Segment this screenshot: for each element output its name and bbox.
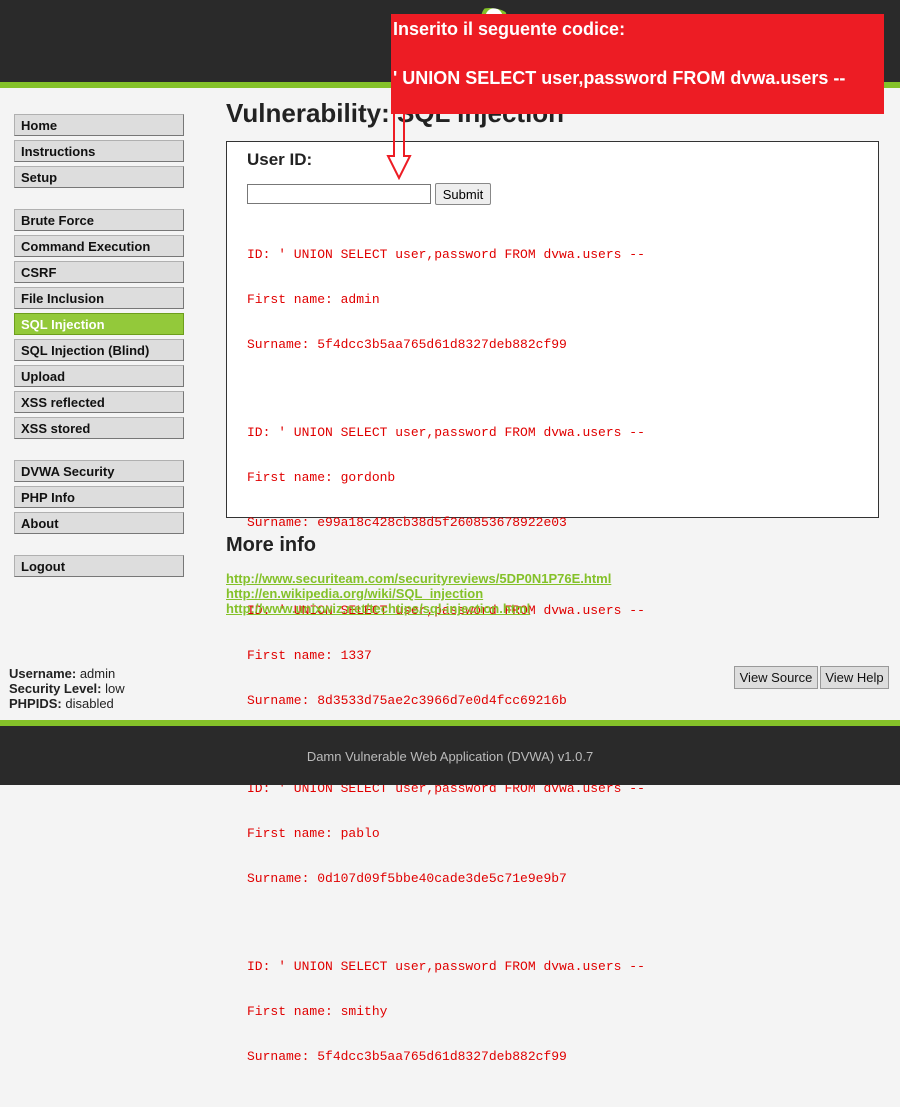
sidebar-item-upload[interactable]: Upload	[14, 365, 184, 387]
userid-input[interactable]	[247, 184, 431, 204]
sidebar-item-xss-reflected[interactable]: XSS reflected	[14, 391, 184, 413]
sidebar-item-sql-injection[interactable]: SQL Injection	[14, 313, 184, 335]
result-surname: Surname: 0d107d09f5bbe40cade3de5c71e9e9b…	[247, 871, 567, 886]
sidebar-item-csrf[interactable]: CSRF	[14, 261, 184, 283]
sidebar-item-logout[interactable]: Logout	[14, 555, 184, 577]
annotation-arrow-icon	[386, 112, 412, 180]
result-first-name: First name: gordonb	[247, 470, 396, 485]
phpids-label: PHPIDS:	[9, 696, 62, 711]
link-securiteam[interactable]: http://www.securiteam.com/securityreview…	[226, 571, 611, 586]
footer: Damn Vulnerable Web Application (DVWA) v…	[0, 726, 900, 785]
sidebar-item-file-inclusion[interactable]: File Inclusion	[14, 287, 184, 309]
sidebar-item-dvwa-security[interactable]: DVWA Security	[14, 460, 184, 482]
sidebar-item-command-execution[interactable]: Command Execution	[14, 235, 184, 257]
view-source-button[interactable]: View Source	[734, 666, 818, 689]
result-first-name: First name: pablo	[247, 826, 380, 841]
sidebar-item-brute-force[interactable]: Brute Force	[14, 209, 184, 231]
result-id: ID: ' UNION SELECT user,password FROM dv…	[247, 959, 645, 974]
sidebar-item-instructions[interactable]: Instructions	[14, 140, 184, 162]
result-first-name: First name: smithy	[247, 1004, 388, 1019]
sidebar-item-sql-injection-blind[interactable]: SQL Injection (Blind)	[14, 339, 184, 361]
result-id: ID: ' UNION SELECT user,password FROM dv…	[247, 425, 645, 440]
result-surname: Surname: e99a18c428cb38d5f260853678922e0…	[247, 515, 567, 530]
result-first-name: First name: admin	[247, 292, 380, 307]
annotation-title: Inserito il seguente codice:	[393, 19, 626, 39]
result-first-name: First name: 1337	[247, 648, 372, 663]
link-unixwiz[interactable]: http://www.unixwiz.net/techtips/sql-inje…	[226, 601, 611, 616]
more-info-links: http://www.securiteam.com/securityreview…	[226, 571, 611, 616]
username-value: admin	[79, 666, 116, 681]
security-level-label: Security Level:	[9, 681, 102, 696]
sidebar-item-home[interactable]: Home	[14, 114, 184, 136]
result-surname: Surname: 8d3533d75ae2c3966d7e0d4fcc69216…	[247, 693, 567, 708]
result-entry: ID: ' UNION SELECT user,password FROM dv…	[247, 217, 645, 382]
result-id: ID: ' UNION SELECT user,password FROM dv…	[247, 247, 645, 262]
footer-text: Damn Vulnerable Web Application (DVWA) v…	[306, 749, 594, 764]
link-wikipedia[interactable]: http://en.wikipedia.org/wiki/SQL_injecti…	[226, 586, 611, 601]
view-help-button[interactable]: View Help	[820, 666, 889, 689]
annotation-code: ' UNION SELECT user,password FROM dvwa.u…	[393, 68, 846, 88]
sidebar-item-php-info[interactable]: PHP Info	[14, 486, 184, 508]
annotation-overlay: Inserito il seguente codice: ' UNION SEL…	[391, 14, 884, 114]
sidebar-item-about[interactable]: About	[14, 512, 184, 534]
result-entry: ID: ' UNION SELECT user,password FROM dv…	[247, 929, 645, 1094]
query-results: ID: ' UNION SELECT user,password FROM dv…	[247, 217, 645, 1107]
result-surname: Surname: 5f4dcc3b5aa765d61d8327deb882cf9…	[247, 337, 567, 352]
sidebar-item-xss-stored[interactable]: XSS stored	[14, 417, 184, 439]
sidebar-item-setup[interactable]: Setup	[14, 166, 184, 188]
result-surname: Surname: 5f4dcc3b5aa765d61d8327deb882cf9…	[247, 1049, 567, 1064]
submit-button[interactable]: Submit	[435, 183, 491, 205]
security-level-value: low	[105, 681, 125, 696]
more-info-heading: More info	[226, 534, 316, 556]
user-info: Username: admin Security Level: low PHPI…	[9, 666, 125, 711]
username-label: Username:	[9, 666, 77, 681]
userid-label: User ID:	[247, 150, 313, 169]
phpids-value: disabled	[65, 696, 114, 711]
vulnerability-box: User ID: Submit ID: ' UNION SELECT user,…	[226, 141, 879, 1064]
